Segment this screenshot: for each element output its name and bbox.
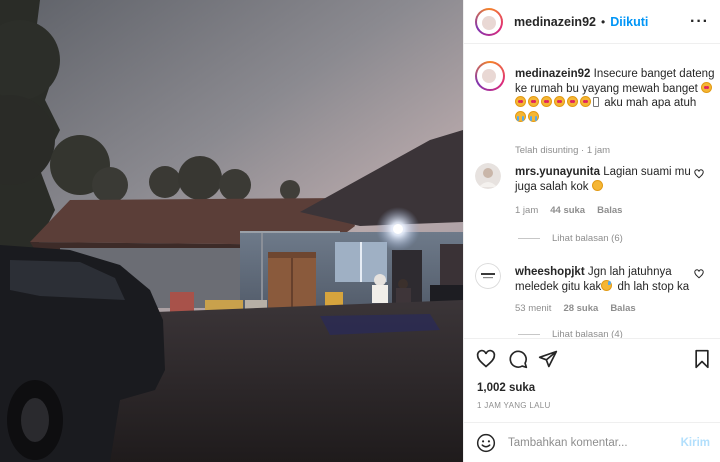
comment-text: mrs.yunayunita Lagian suami mu juga sala…	[515, 165, 693, 194]
heart-eyes-emoji-icon	[528, 96, 539, 107]
caption-body-2: aku mah apa atuh	[604, 97, 697, 109]
commenter-avatar[interactable]	[475, 263, 501, 289]
comment-likes[interactable]: 28 suka	[563, 303, 598, 314]
commenter-username[interactable]: mrs.yunayunita	[515, 166, 600, 178]
share-paper-plane-icon[interactable]	[538, 349, 558, 369]
comment-meta: 53 menit 28 suka Balas	[515, 303, 636, 314]
author-avatar[interactable]	[475, 7, 503, 36]
heart-eyes-emoji-icon	[541, 96, 552, 107]
like-comment-heart-icon[interactable]	[694, 269, 704, 279]
grin-emoji-icon	[591, 179, 603, 191]
post-time[interactable]: 1 JAM YANG LALU	[477, 401, 551, 410]
sweat-smile-emoji-icon	[601, 279, 613, 291]
crying-emoji-icon	[515, 110, 526, 122]
crying-emoji-icon	[528, 110, 539, 122]
caption-edited-time: Telah disunting · 1 jam	[515, 145, 611, 156]
heart-eyes-emoji-icon	[567, 96, 578, 107]
caption-avatar[interactable]	[475, 61, 505, 91]
likes-count[interactable]: 1,002 suka	[477, 382, 535, 394]
view-replies-button[interactable]: Lihat balasan (6)	[518, 233, 623, 244]
comment-time: 1 jam	[515, 205, 539, 216]
commenter-username[interactable]: wheeshopjkt	[515, 266, 585, 278]
caption-username[interactable]: medinazein92	[515, 68, 590, 80]
post-header: medinazein92 • Diikuti ···	[464, 0, 720, 44]
comment-body-2: dh lah stop ka	[617, 280, 690, 293]
heart-eyes-emoji-icon	[701, 81, 713, 93]
avatar-photo-icon	[475, 163, 501, 189]
reply-button[interactable]: Balas	[610, 303, 635, 314]
heart-eyes-emoji-icon	[580, 96, 591, 107]
comment-time: 53 menit	[515, 303, 552, 314]
comment-bubble-icon[interactable]	[508, 349, 528, 369]
separator-dot: •	[600, 14, 606, 29]
post-comment-button[interactable]: Kirim	[681, 437, 710, 449]
comments-list[interactable]: medinazein92 Insecure banget dateng ke r…	[464, 45, 720, 338]
shop-logo-icon	[475, 263, 501, 289]
reply-button[interactable]: Balas	[597, 205, 622, 216]
heart-eyes-emoji-icon	[515, 96, 526, 107]
comment-likes[interactable]: 44 suka	[550, 205, 585, 216]
like-comment-heart-icon[interactable]	[694, 169, 704, 179]
caption-text: medinazein92 Insecure banget dateng ke r…	[515, 67, 715, 125]
add-comment-bar: Kirim	[464, 422, 720, 462]
save-bookmark-icon[interactable]	[692, 349, 712, 369]
more-options-icon[interactable]: ···	[690, 13, 709, 31]
comment-meta: 1 jam 44 suka Balas	[515, 205, 622, 216]
unsupported-glyph-icon	[593, 97, 599, 107]
following-button[interactable]: Diikuti	[610, 15, 648, 29]
comment-input[interactable]	[508, 436, 678, 449]
post-actions-bar	[464, 338, 720, 378]
post-side-panel: medinazein92 • Diikuti ··· medinazein92 …	[463, 0, 720, 462]
view-replies-button[interactable]: Lihat balasan (4)	[518, 329, 623, 338]
author-username[interactable]: medinazein92	[514, 15, 596, 29]
post-photo[interactable]	[0, 0, 463, 462]
comment-text: wheeshopjkt Jgn lah jatuhnya meledek git…	[515, 265, 693, 294]
house-dusk-scene	[0, 0, 463, 462]
heart-eyes-emoji-icon	[554, 96, 565, 107]
emoji-smile-icon[interactable]	[476, 433, 496, 453]
like-heart-icon[interactable]	[476, 349, 496, 369]
commenter-avatar[interactable]	[475, 163, 501, 189]
